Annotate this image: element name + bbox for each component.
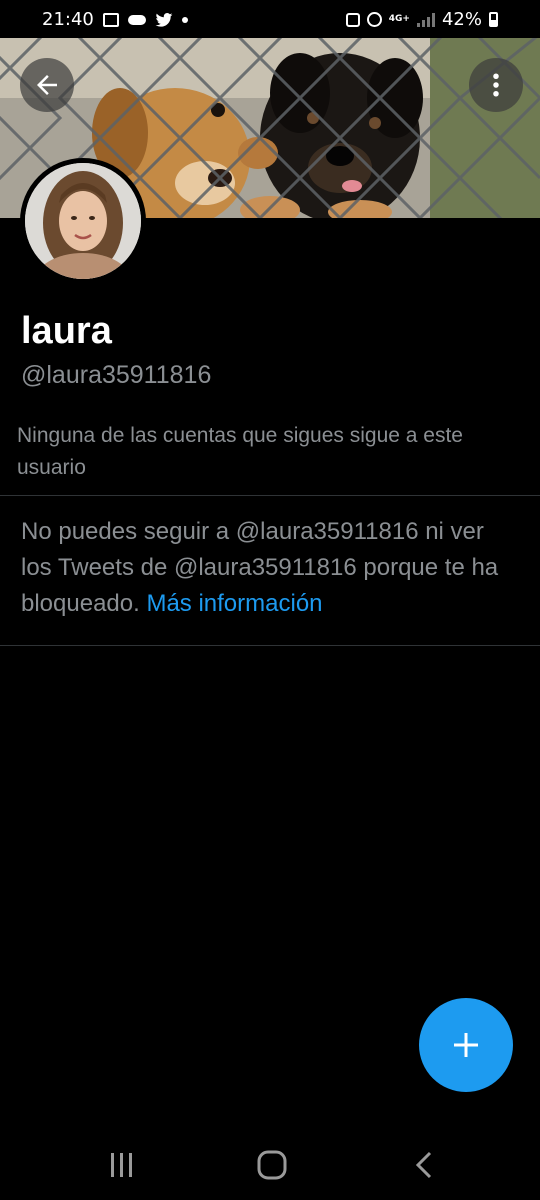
system-navigation-bar <box>0 1130 540 1200</box>
divider-bottom <box>0 645 540 646</box>
divider-top <box>0 495 540 496</box>
avatar-photo <box>25 163 141 279</box>
system-back-button[interactable] <box>404 1145 444 1185</box>
home-button[interactable] <box>252 1145 292 1185</box>
network-type-label: 4G+ <box>388 14 410 24</box>
blocked-notice: No puedes seguir a @laura35911816 ni ver… <box>21 514 521 622</box>
back-chevron-icon <box>415 1151 432 1179</box>
recent-apps-button[interactable] <box>102 1145 142 1185</box>
compose-tweet-button[interactable] <box>419 998 513 1092</box>
more-options-button[interactable] <box>469 58 523 112</box>
status-time: 21:40 <box>42 9 94 30</box>
profile-handle: @laura35911816 <box>21 361 212 389</box>
twitter-bird-icon <box>155 12 173 27</box>
image-notification-icon <box>102 12 119 27</box>
plus-icon <box>454 1033 478 1057</box>
back-button[interactable] <box>20 58 74 112</box>
followers-you-know-note: Ninguna de las cuentas que sigues sigue … <box>17 424 463 479</box>
battery-saver-icon <box>345 12 360 27</box>
battery-percent: 42% <box>441 9 482 30</box>
arrow-left-icon <box>37 75 57 95</box>
more-vertical-icon <box>493 73 499 97</box>
learn-more-link[interactable]: Más información <box>146 590 322 617</box>
more-notifications-dot-icon <box>181 16 188 23</box>
recent-apps-icon <box>111 1153 132 1177</box>
home-icon <box>257 1150 287 1180</box>
profile-avatar[interactable] <box>20 158 146 284</box>
cloud-notification-icon <box>127 14 146 25</box>
battery-icon <box>489 12 498 27</box>
profile-name: laura <box>21 310 112 352</box>
signal-strength-icon <box>416 12 435 27</box>
status-bar: 21:40 4G+ 42% <box>0 0 540 38</box>
alarm-icon <box>366 12 382 27</box>
